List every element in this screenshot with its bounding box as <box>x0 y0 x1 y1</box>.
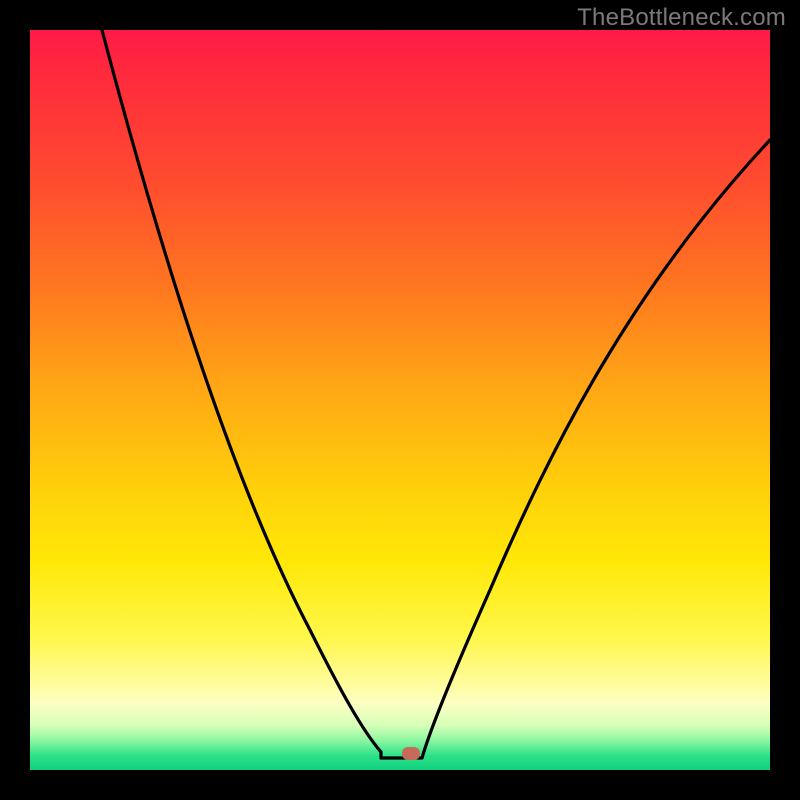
watermark-text: TheBottleneck.com <box>577 4 786 32</box>
curve-path <box>102 30 770 758</box>
outer-frame: TheBottleneck.com <box>0 0 800 800</box>
plot-area <box>30 30 770 770</box>
current-point-marker <box>402 747 420 760</box>
bottleneck-curve <box>30 30 770 770</box>
